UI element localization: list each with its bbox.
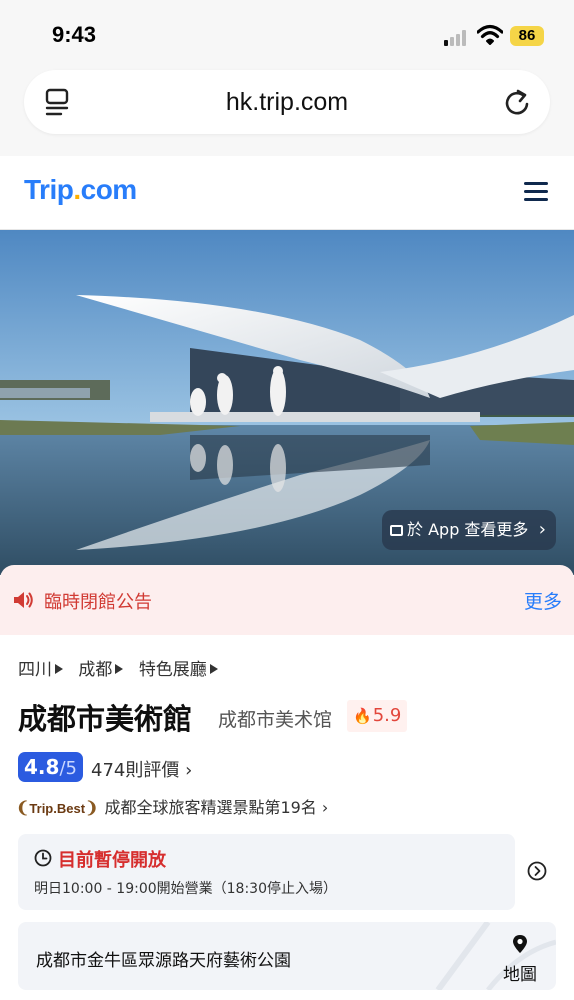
opening-hours-card[interactable]: 目前暫停開放 明日10:00 - 19:00開始營業（18:30停止入場） bbox=[18, 834, 515, 910]
open-status: 目前暫停開放 bbox=[58, 850, 166, 871]
browser-toolbar: hk.trip.com bbox=[0, 68, 574, 156]
status-bar: 9:43 86 bbox=[0, 0, 574, 68]
hero-image[interactable]: 於 App 查看更多 › bbox=[0, 230, 574, 575]
chevron-right-icon: › bbox=[185, 760, 193, 781]
view-in-app-button[interactable]: 於 App 查看更多 › bbox=[382, 510, 556, 550]
address-bar[interactable]: hk.trip.com bbox=[24, 70, 550, 134]
chevron-right-icon: › bbox=[538, 519, 546, 540]
breadcrumb-item[interactable]: 四川 bbox=[18, 655, 63, 680]
chevron-right-icon: › bbox=[321, 798, 329, 817]
laurel-right-icon: ❩ bbox=[85, 800, 99, 817]
hamburger-menu-icon[interactable] bbox=[524, 182, 548, 202]
reload-icon[interactable] bbox=[502, 86, 532, 118]
trip-logo[interactable]: Trip.com bbox=[24, 174, 137, 206]
address-card[interactable]: 成都市金牛區眾源路天府藝術公園 地圖 bbox=[18, 922, 556, 990]
laurel-left-icon: ❨ bbox=[16, 800, 30, 817]
breadcrumb-item[interactable]: 特色展廳 bbox=[139, 655, 218, 680]
attraction-title: 成都市美術館 bbox=[18, 702, 193, 736]
notice-more-link[interactable]: 更多 bbox=[524, 587, 562, 614]
breadcrumb-item[interactable]: 成都 bbox=[78, 655, 124, 680]
cellular-signal-icon bbox=[444, 28, 470, 46]
speaker-icon bbox=[14, 592, 33, 608]
closure-notice[interactable]: 臨時閉館公告 更多 bbox=[0, 565, 574, 635]
clock-icon bbox=[34, 849, 52, 867]
circle-chevron-right-icon[interactable] bbox=[527, 861, 547, 881]
map-label: 地圖 bbox=[503, 965, 537, 985]
status-time: 9:43 bbox=[52, 22, 97, 47]
url-text[interactable]: hk.trip.com bbox=[24, 88, 550, 117]
map-pin-icon bbox=[513, 935, 527, 953]
popularity-badge: 🔥5.9 bbox=[347, 700, 408, 732]
ranking-row[interactable]: ❨Trip.Best❩ 成都全球旅客精選景點第19名 › bbox=[16, 794, 328, 818]
caret-right-icon bbox=[115, 664, 124, 674]
hours-detail: 明日10:00 - 19:00開始營業（18:30停止入場） bbox=[34, 881, 337, 897]
attraction-alt-name: 成都市美术馆 bbox=[218, 709, 333, 731]
caret-right-icon bbox=[209, 664, 218, 674]
trip-best-badge: ❨Trip.Best❩ bbox=[16, 800, 99, 817]
site-header: Trip.com bbox=[0, 156, 574, 230]
battery-indicator: 86 bbox=[510, 26, 544, 46]
notice-text: 臨時閉館公告 bbox=[44, 592, 152, 613]
flame-icon: 🔥 bbox=[353, 707, 372, 725]
ranking-text: 成都全球旅客精選景點第19名 bbox=[104, 798, 317, 817]
map-button[interactable]: 地圖 bbox=[500, 934, 540, 985]
breadcrumb: 四川 成都 特色展廳 bbox=[18, 655, 228, 680]
caret-right-icon bbox=[55, 664, 63, 674]
photo-icon bbox=[390, 525, 403, 536]
review-count-link[interactable]: 474則評價 › bbox=[91, 756, 192, 782]
address-text: 成都市金牛區眾源路天府藝術公園 bbox=[36, 951, 291, 971]
wifi-icon bbox=[477, 24, 503, 45]
rating-score[interactable]: 4.8/5 bbox=[18, 752, 83, 782]
